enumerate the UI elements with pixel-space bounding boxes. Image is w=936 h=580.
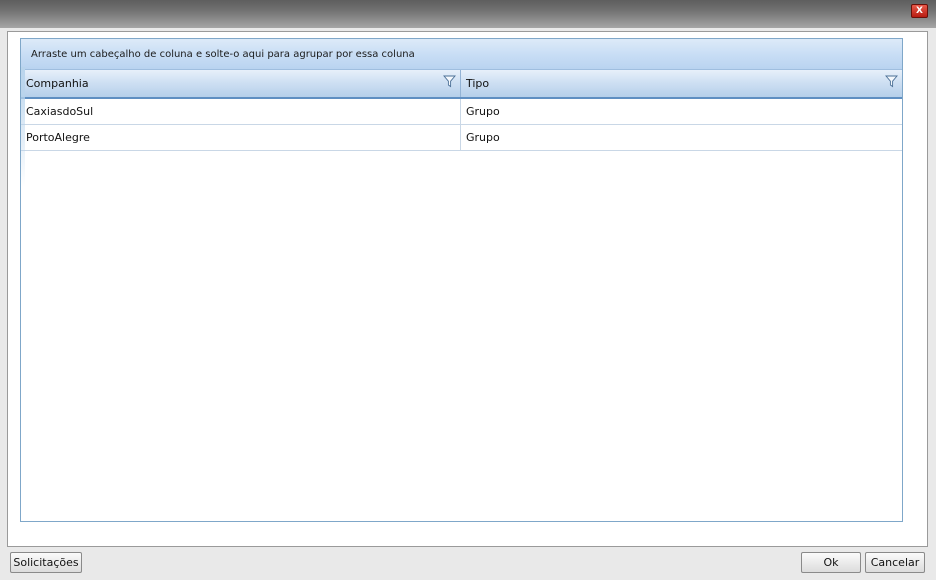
window-titlebar: X [0,0,936,28]
cell-tipo: Grupo [461,99,902,124]
cell-text: PortoAlegre [26,131,90,144]
column-header-label: Companhia [26,77,89,90]
solicitacoes-button[interactable]: Solicitações [10,552,82,573]
data-grid: Arraste um cabeçalho de coluna e solte-o… [20,38,903,522]
cancel-button[interactable]: Cancelar [865,552,925,573]
filter-icon[interactable] [885,75,898,88]
cell-companhia: PortoAlegre [21,125,461,150]
group-by-panel[interactable]: Arraste um cabeçalho de coluna e solte-o… [21,39,902,70]
close-button[interactable]: X [911,4,928,18]
cell-text: CaxiasdoSul [26,105,94,118]
grid-header-row: Companhia Tipo [21,70,902,99]
filter-icon[interactable] [443,75,456,88]
cell-text: Grupo [466,131,500,144]
grid-left-accent [21,67,25,187]
column-header-tipo[interactable]: Tipo [461,70,902,97]
dialog-panel: Arraste um cabeçalho de coluna e solte-o… [7,31,928,547]
table-row[interactable]: PortoAlegre Grupo [21,125,902,151]
group-by-hint: Arraste um cabeçalho de coluna e solte-o… [31,49,415,60]
ok-button[interactable]: Ok [801,552,861,573]
table-row[interactable]: CaxiasdoSul Grupo [21,99,902,125]
window-body: Arraste um cabeçalho de coluna e solte-o… [0,28,936,580]
cell-text: Grupo [466,105,500,118]
column-header-label: Tipo [466,77,490,90]
cell-tipo: Grupo [461,125,902,150]
cell-companhia: CaxiasdoSul [21,99,461,124]
column-header-companhia[interactable]: Companhia [21,70,461,97]
